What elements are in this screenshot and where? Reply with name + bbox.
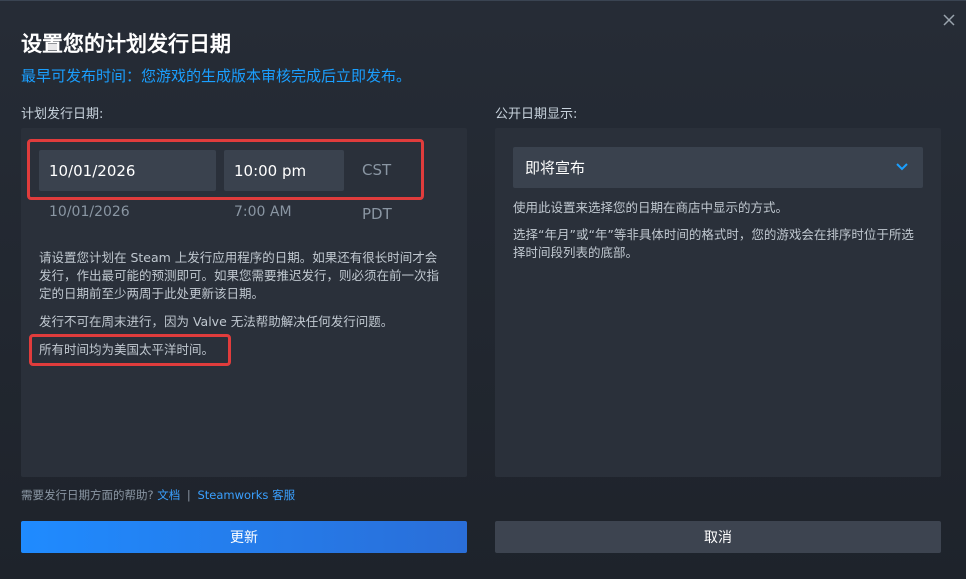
close-button[interactable]	[940, 11, 958, 29]
chevron-down-icon	[896, 163, 908, 171]
release-date-instructions: 请设置您计划在 Steam 上发行应用程序的日期。如果还有很长时间才会发行，作出…	[39, 250, 440, 301]
timezone-notice: 所有时间均为美国太平洋时间。	[39, 342, 215, 357]
planned-release-date-label: 计划发行日期:	[21, 107, 104, 122]
cancel-button[interactable]: 取消	[495, 521, 941, 553]
converted-time: 7:00 AM	[234, 204, 292, 220]
dropdown-value: 即将宣布	[525, 159, 586, 177]
dialog-title: 设置您的计划发行日期	[21, 32, 231, 56]
release-date-input[interactable]: 10/01/2026	[39, 150, 216, 191]
date-display-dropdown[interactable]: 即将宣布	[513, 147, 923, 188]
help-line: 需要发行日期方面的帮助? 文档 | Steamworks 客服	[21, 487, 295, 503]
converted-date: 10/01/2026	[49, 204, 130, 220]
help-separator: |	[186, 488, 191, 502]
release-date-dialog: 设置您的计划发行日期 最早可发布时间：您游戏的生成版本审核完成后立即发布。 计划…	[0, 0, 966, 579]
steamworks-support-link[interactable]: Steamworks 客服	[197, 488, 295, 502]
release-time-input[interactable]: 10:00 pm	[224, 150, 344, 191]
help-prefix: 需要发行日期方面的帮助?	[21, 488, 154, 502]
close-icon	[943, 14, 955, 26]
dialog-subtitle: 最早可发布时间：您游戏的生成版本审核完成后立即发布。	[21, 67, 412, 85]
date-display-description: 使用此设置来选择您的日期在商店中显示的方式。	[513, 200, 789, 215]
timezone-label: CST	[362, 161, 392, 179]
converted-timezone: PDT	[362, 205, 392, 223]
weekend-notice: 发行不可在周末进行，因为 Valve 无法帮助解决任何发行问题。	[39, 314, 394, 329]
date-format-note: 选择“年月”或“年”等非具体时间的格式时，您的游戏会在排序时位于所选择时间段列表…	[513, 227, 914, 260]
update-button[interactable]: 更新	[21, 521, 467, 553]
public-date-display-label: 公开日期显示:	[495, 107, 578, 122]
docs-link[interactable]: 文档	[157, 488, 180, 502]
